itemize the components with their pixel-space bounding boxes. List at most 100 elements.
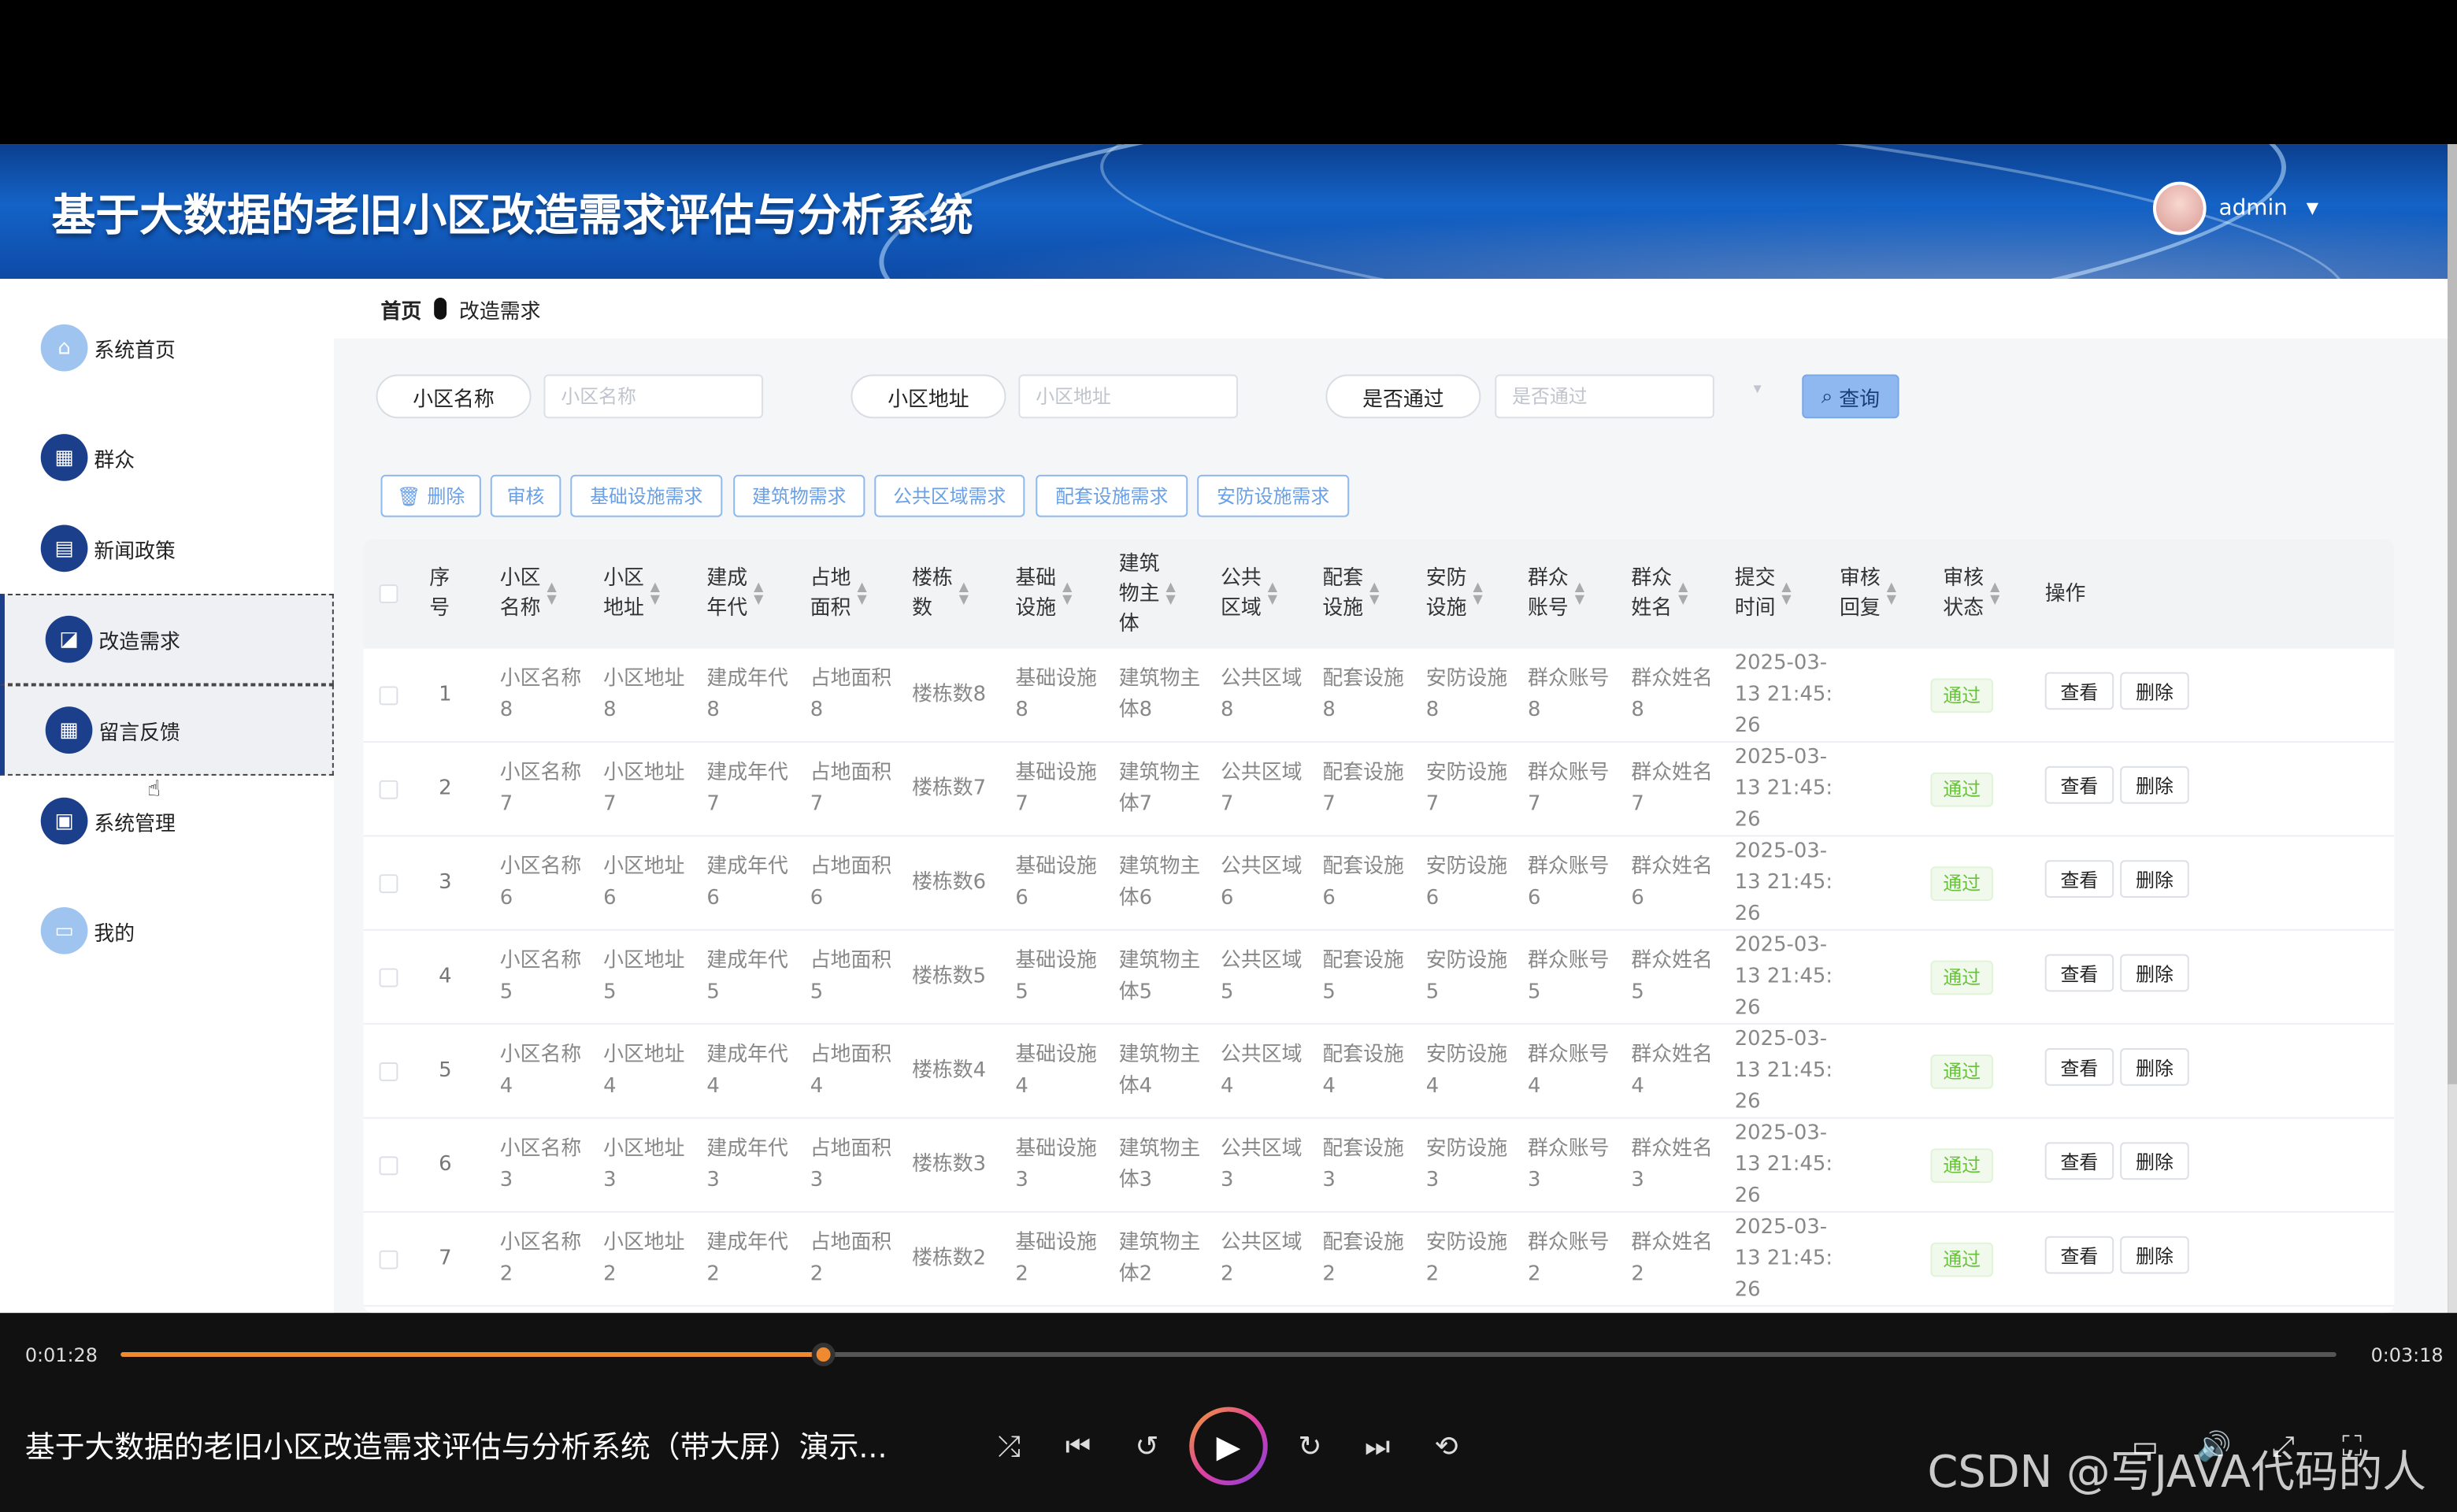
delete-button[interactable]: 删除 xyxy=(2120,672,2189,710)
row-checkbox[interactable] xyxy=(379,874,398,894)
delete-button[interactable]: 删除 xyxy=(2120,954,2189,992)
delete-button[interactable]: 删除 xyxy=(2120,860,2189,899)
column-header[interactable]: 建筑 物主体 ▲ ▼ xyxy=(1119,539,1176,648)
loop-off-icon[interactable]: ⟲ xyxy=(1426,1426,1467,1467)
cell-sup: 配套设施 7 xyxy=(1322,743,1404,836)
caret-down-icon[interactable]: ▼ xyxy=(2307,200,2318,217)
batch-delete-button[interactable]: 🗑 删除 xyxy=(380,474,481,517)
column-header[interactable]: 序号 xyxy=(429,539,450,648)
view-button[interactable]: 查看 xyxy=(2044,1142,2114,1180)
progress-track[interactable] xyxy=(120,1343,2337,1366)
view-button[interactable]: 查看 xyxy=(2044,1048,2114,1086)
security-facility-demand-button[interactable]: 安防设施需求 xyxy=(1197,474,1350,517)
building-demand-button[interactable]: 建筑物需求 xyxy=(733,474,865,517)
sort-icon[interactable]: ▲ ▼ xyxy=(1781,580,1791,606)
row-checkbox[interactable] xyxy=(379,968,398,988)
status-badge: 通过 xyxy=(1930,1242,1994,1277)
rewind-10-icon[interactable]: ↺ xyxy=(1127,1426,1168,1467)
view-button[interactable]: 查看 xyxy=(2044,765,2114,804)
scrollbar-thumb[interactable] xyxy=(2448,144,2457,1084)
column-header[interactable]: 建成 年代 ▲ ▼ xyxy=(706,539,763,648)
view-button[interactable]: 查看 xyxy=(2044,860,2114,899)
delete-button[interactable]: 删除 xyxy=(2120,1142,2189,1180)
sort-icon[interactable]: ▲ ▼ xyxy=(1575,580,1584,606)
column-header[interactable]: 配套 设施 ▲ ▼ xyxy=(1322,539,1379,648)
username[interactable]: admin xyxy=(2219,196,2288,221)
avatar[interactable] xyxy=(2152,181,2207,235)
query-button[interactable]: ⌕ 查询 xyxy=(1802,374,1899,419)
public-area-demand-button[interactable]: 公共区域需求 xyxy=(874,474,1025,517)
column-header[interactable]: 提交 时间 ▲ ▼ xyxy=(1735,539,1792,648)
sort-icon[interactable]: ▲ ▼ xyxy=(1268,580,1277,606)
sort-icon[interactable]: ▲ ▼ xyxy=(1990,580,1999,606)
view-button[interactable]: 查看 xyxy=(2044,1236,2114,1274)
breadcrumb-home[interactable]: 首页 xyxy=(381,294,422,324)
page-scrollbar[interactable] xyxy=(2448,144,2457,1314)
column-header-label: 建筑 物主体 xyxy=(1119,549,1160,638)
approved-select[interactable] xyxy=(1495,374,1714,419)
column-header-line: 体 xyxy=(1118,611,1140,636)
delete-button[interactable]: 删除 xyxy=(2120,1048,2189,1086)
delete-button[interactable]: 删除 xyxy=(2120,765,2189,804)
view-button[interactable]: 查看 xyxy=(2044,672,2114,710)
row-checkbox[interactable] xyxy=(379,780,398,799)
sort-icon[interactable]: ▲ ▼ xyxy=(1887,580,1896,606)
cell-text: 配套设施 8 xyxy=(1322,665,1404,728)
delete-button[interactable]: 删除 xyxy=(2120,1236,2189,1274)
column-header[interactable]: 小区 名称 ▲ ▼ xyxy=(500,539,557,648)
column-header[interactable]: 占地 面积 ▲ ▼ xyxy=(810,539,867,648)
sidebar-item-5[interactable]: ▦ 留言反馈 xyxy=(0,684,334,776)
select-all-checkbox[interactable] xyxy=(379,584,398,603)
column-header[interactable]: 公共 区域 ▲ ▼ xyxy=(1221,539,1277,648)
cell-line: 建成年代 xyxy=(706,1137,788,1162)
row-checkbox[interactable] xyxy=(379,1062,398,1081)
sidebar-item-1[interactable]: ⌂ 系统首页 xyxy=(0,302,334,393)
sort-icon[interactable]: ▲ ▼ xyxy=(959,580,969,606)
sort-icon[interactable]: ▲ ▼ xyxy=(1369,580,1379,606)
column-header[interactable]: 审核 回复 ▲ ▼ xyxy=(1840,539,1896,648)
sidebar-item-7[interactable]: ▭ 我的 xyxy=(0,885,334,976)
sidebar-item-2[interactable]: ▦ 群众 xyxy=(0,412,334,502)
sidebar-item-4[interactable]: ◪ 改造需求 xyxy=(0,594,334,685)
chevron-down-icon[interactable]: ▾ xyxy=(1754,380,1762,398)
column-header-line: 基础 xyxy=(1015,567,1057,591)
column-header[interactable]: 审核 状态 ▲ ▼ xyxy=(1943,539,1999,648)
column-header[interactable]: 楼栋数 ▲ ▼ xyxy=(912,539,969,648)
shuffle-icon[interactable]: ⤮ xyxy=(989,1426,1030,1467)
sort-icon[interactable]: ▲ ▼ xyxy=(1166,580,1175,606)
progress-handle[interactable] xyxy=(810,1343,835,1366)
column-header[interactable]: 群众 姓名 ▲ ▼ xyxy=(1631,539,1688,648)
cell-line: 公共区域 xyxy=(1221,1043,1303,1067)
view-button[interactable]: 查看 xyxy=(2044,954,2114,992)
next-icon[interactable]: ⏭ xyxy=(1357,1426,1398,1467)
sort-icon[interactable]: ▲ ▼ xyxy=(1062,580,1072,606)
sort-icon[interactable]: ▲ ▼ xyxy=(1473,580,1482,606)
play-button[interactable]: ▶ xyxy=(1189,1406,1268,1486)
review-button[interactable]: 审核 xyxy=(490,474,561,517)
community-name-input[interactable] xyxy=(543,374,764,419)
cell-uname: 群众姓名 5 xyxy=(1631,931,1713,1025)
column-header[interactable]: 基础 设施 ▲ ▼ xyxy=(1015,539,1072,648)
sidebar-item-6[interactable]: ▣ 系统管理 xyxy=(0,776,334,866)
forward-30-icon[interactable]: ↻ xyxy=(1290,1426,1331,1467)
cell-line: 占地面积 xyxy=(810,1043,892,1067)
sort-icon[interactable]: ▲ ▼ xyxy=(857,580,866,606)
column-header[interactable]: 小区 地址 ▲ ▼ xyxy=(603,539,660,648)
row-checkbox[interactable] xyxy=(379,686,398,706)
row-checkbox[interactable] xyxy=(379,1156,398,1176)
user-menu[interactable]: admin ▼ xyxy=(2152,181,2318,235)
sort-icon[interactable]: ▲ ▼ xyxy=(547,580,556,606)
column-header[interactable]: 操作 xyxy=(2045,539,2086,648)
sort-icon[interactable]: ▲ ▼ xyxy=(650,580,660,606)
column-header[interactable]: 群众 账号 ▲ ▼ xyxy=(1528,539,1584,648)
infrastructure-demand-button[interactable]: 基础设施需求 xyxy=(570,474,723,517)
previous-icon[interactable]: ⏮ xyxy=(1058,1426,1099,1467)
supporting-facility-demand-button[interactable]: 配套设施需求 xyxy=(1036,474,1188,517)
sort-icon[interactable]: ▲ ▼ xyxy=(1678,580,1688,606)
cell-line: 小区地址 xyxy=(603,667,685,691)
sidebar-item-3[interactable]: ▤ 新闻政策 xyxy=(0,503,334,594)
sort-icon[interactable]: ▲ ▼ xyxy=(754,580,763,606)
community-address-input[interactable] xyxy=(1018,374,1238,419)
row-checkbox[interactable] xyxy=(379,1250,398,1269)
column-header[interactable]: 安防 设施 ▲ ▼ xyxy=(1426,539,1483,648)
